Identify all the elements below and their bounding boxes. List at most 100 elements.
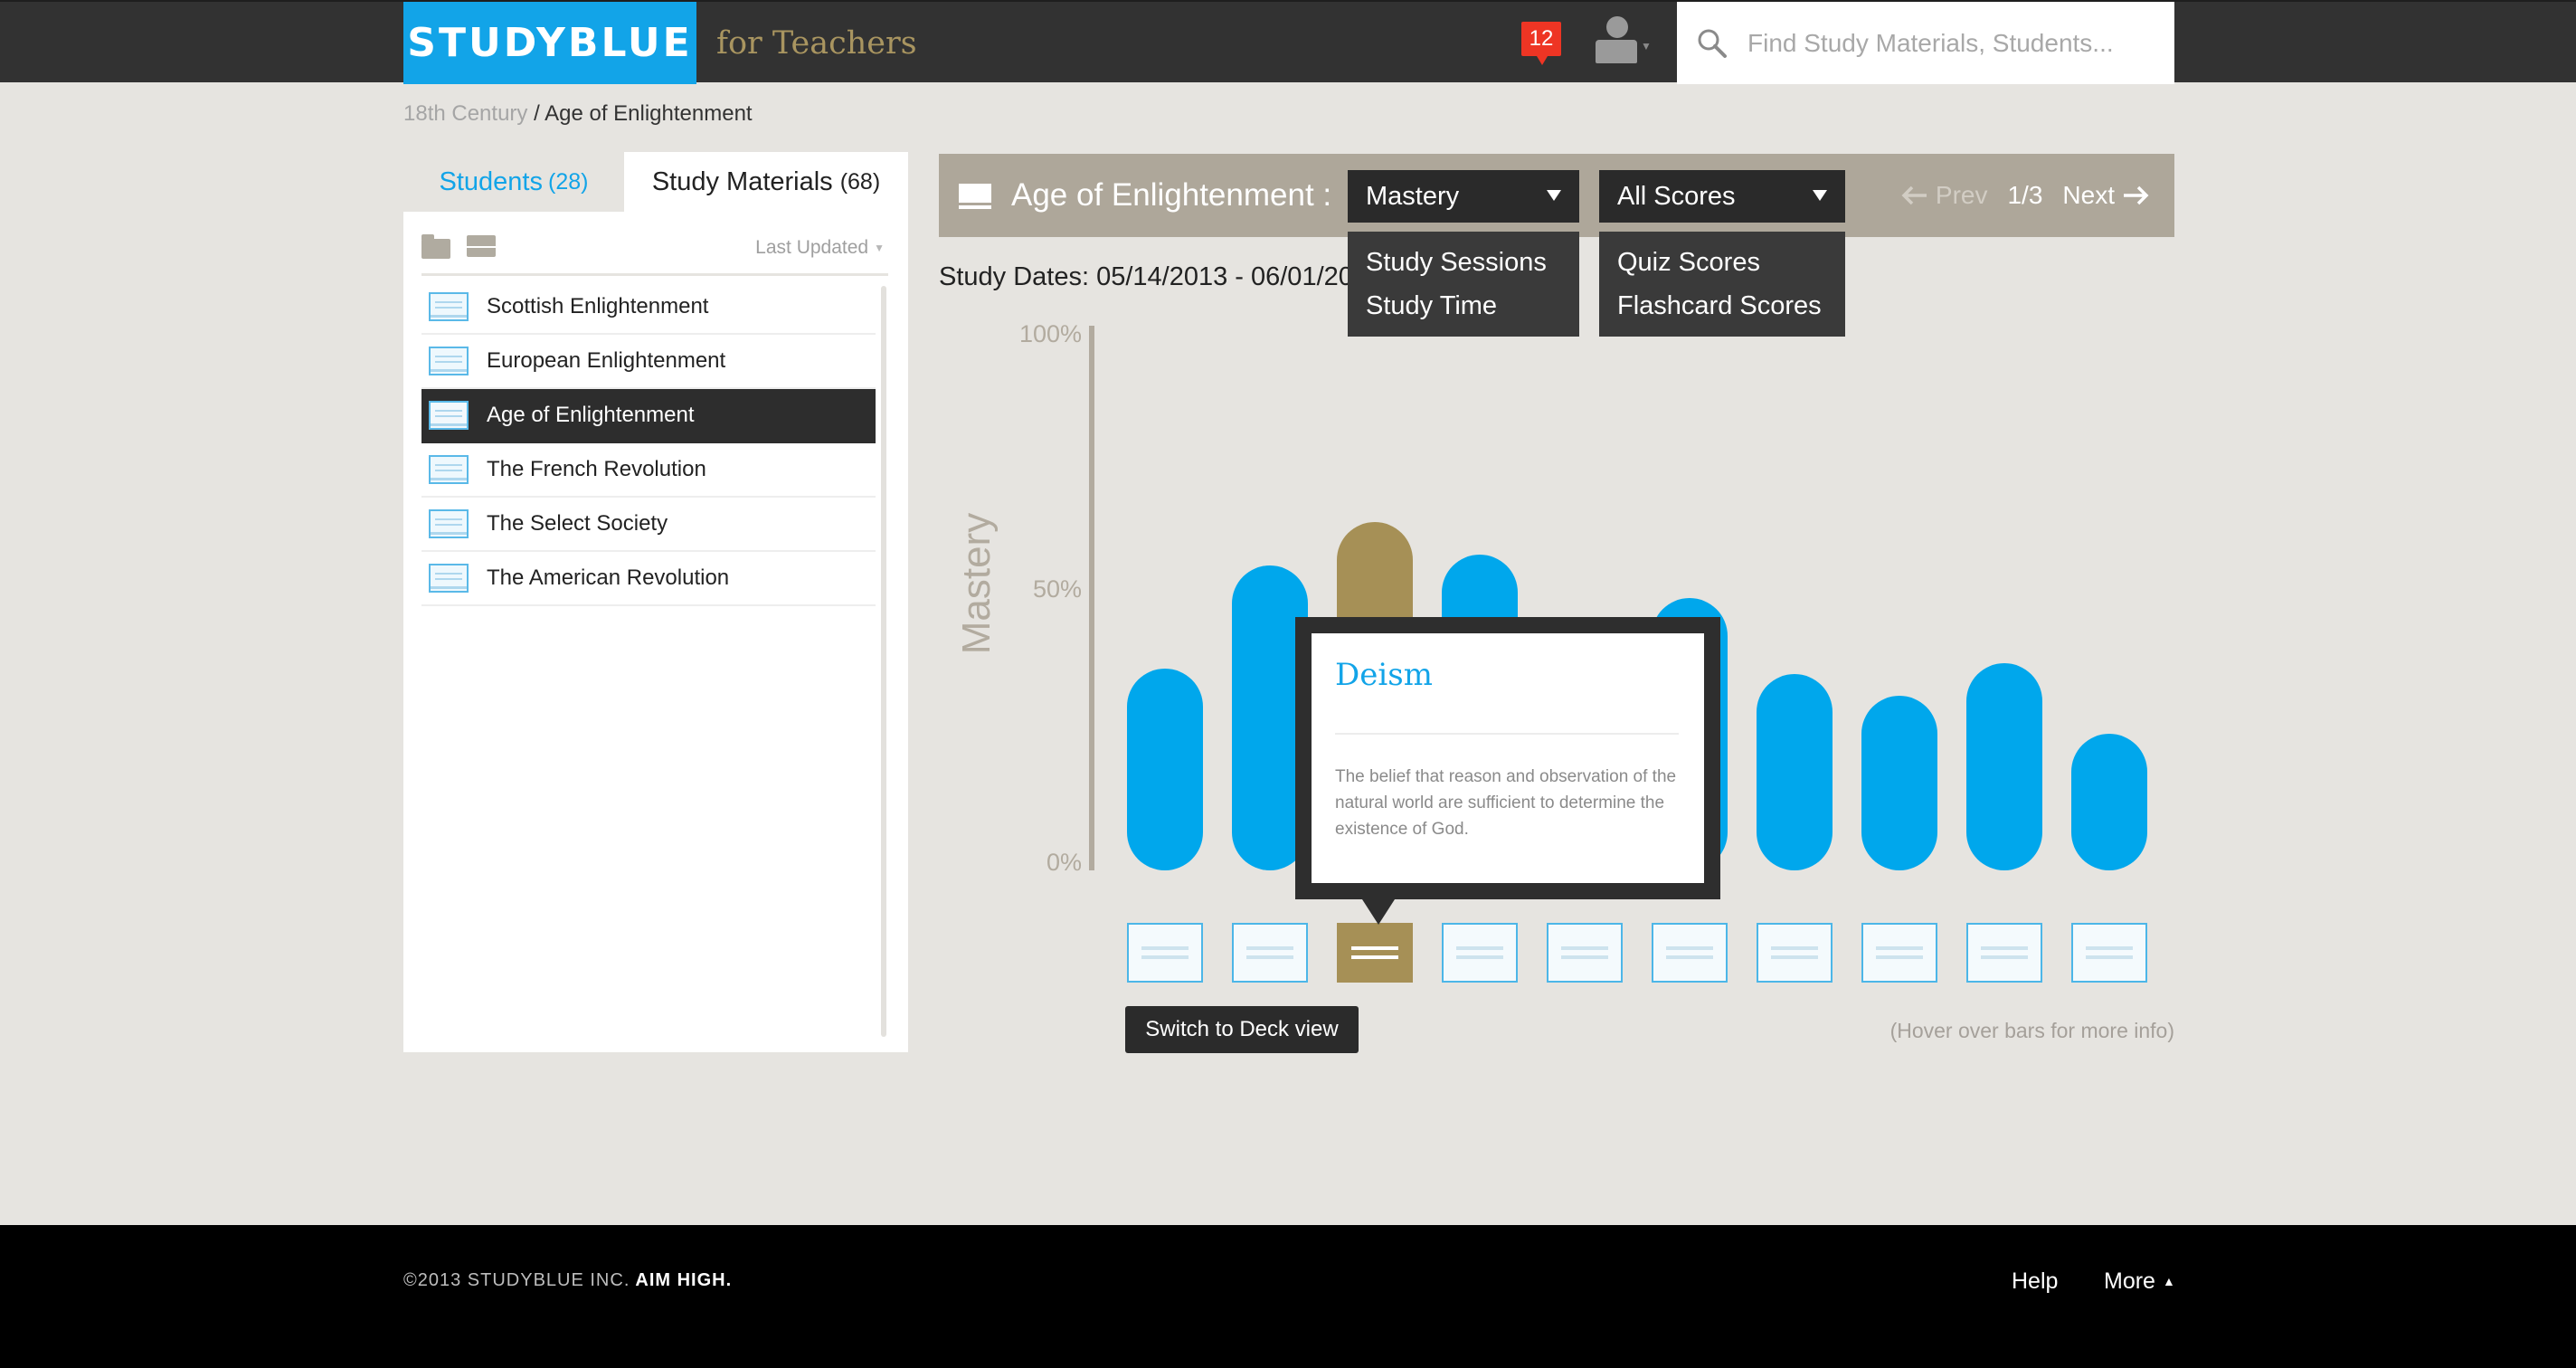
tagline: AIM HIGH. — [635, 1270, 733, 1290]
top-bar: STUDYBLUE for Teachers 12 ▼ — [0, 0, 2576, 84]
switch-to-deck-view-button[interactable]: Switch to Deck view — [1125, 1006, 1359, 1053]
deck-icon — [429, 401, 469, 430]
studyblue-logo[interactable]: STUDYBLUE — [403, 2, 696, 84]
breadcrumb-separator: / — [527, 101, 545, 126]
list-item[interactable]: The American Revolution — [421, 552, 876, 606]
tab-study-materials[interactable]: Study Materials (68) — [624, 152, 908, 212]
chart-bar[interactable] — [2071, 734, 2147, 870]
help-link[interactable]: Help — [2012, 1268, 2058, 1295]
breadcrumb-current: Age of Enlightenment — [545, 101, 753, 126]
hover-hint: (Hover over bars for more info) — [1889, 1019, 2174, 1042]
menu-item-study-sessions[interactable]: Study Sessions — [1348, 241, 1579, 284]
card-thumbnail[interactable] — [1337, 923, 1413, 983]
card-thumbnail[interactable] — [1127, 923, 1203, 983]
card-thumbnail[interactable] — [1861, 923, 1937, 983]
card-thumbnail[interactable] — [1442, 923, 1518, 983]
sort-caret-icon: ▼ — [874, 242, 885, 254]
card-thumbnail[interactable] — [1547, 923, 1623, 983]
metric-dropdown-menu: Study Sessions Study Time — [1348, 232, 1579, 337]
notification-badge[interactable]: 12 — [1521, 22, 1561, 65]
deck-title: Age of Enlightenment : — [1011, 177, 1332, 213]
score-dropdown-menu: Quiz Scores Flashcard Scores — [1599, 232, 1845, 337]
menu-item-study-time[interactable]: Study Time — [1348, 284, 1579, 328]
score-dropdown-value: All Scores — [1617, 181, 1736, 211]
for-teachers-label: for Teachers — [716, 24, 917, 62]
tab-study-materials-label: Study Materials — [651, 166, 833, 196]
chevron-up-icon: ▲ — [2162, 1274, 2175, 1288]
divider — [421, 273, 888, 276]
more-menu[interactable]: More ▲ — [2104, 1268, 2175, 1295]
list-item[interactable]: The French Revolution — [421, 443, 876, 498]
deck-icon — [959, 184, 991, 209]
card-thumbnail[interactable] — [1652, 923, 1728, 983]
card-tooltip: Deism The belief that reason and observa… — [1295, 617, 1720, 925]
tooltip-text: The belief that reason and observation o… — [1335, 767, 1677, 839]
study-materials-panel: Students (28) Study Materials (68) Last … — [403, 152, 908, 1052]
prev-button[interactable]: Prev — [1901, 181, 1988, 210]
tab-study-materials-count: (68) — [839, 168, 881, 195]
chevron-down-icon — [1547, 190, 1561, 201]
breadcrumb-parent-link[interactable]: 18th Century — [403, 101, 527, 126]
list-item[interactable]: Scottish Enlightenment — [421, 280, 876, 335]
search-box — [1677, 2, 2174, 84]
study-dates: Study Dates: 05/14/2013 - 06/01/2013 — [939, 262, 1348, 291]
folder-view-icon[interactable] — [421, 234, 450, 259]
prev-label: Prev — [1935, 181, 1988, 209]
page-indicator: 1/3 — [2007, 181, 2043, 209]
y-tick-label: 0% — [1046, 849, 1082, 876]
next-label: Next — [2062, 181, 2115, 209]
search-input[interactable] — [1747, 28, 2145, 58]
pager: Prev 1/3 Next — [1901, 154, 2149, 237]
metric-dropdown-value: Mastery — [1366, 181, 1460, 211]
tab-students[interactable]: Students (28) — [403, 152, 624, 212]
divider — [1335, 733, 1679, 735]
list-scrollbar[interactable] — [881, 286, 886, 1037]
tooltip-title: Deism — [1335, 657, 1433, 693]
card-thumbnail[interactable] — [1757, 923, 1833, 983]
deck-icon — [429, 455, 469, 484]
menu-item-flashcard-scores[interactable]: Flashcard Scores — [1599, 284, 1845, 328]
more-label: More — [2104, 1268, 2155, 1294]
deck-icon — [429, 564, 469, 593]
deck-view-icon[interactable] — [467, 235, 496, 257]
card-thumbnail[interactable] — [1966, 923, 2042, 983]
sort-dropdown[interactable]: Last Updated ▼ — [755, 237, 885, 259]
deck-header: Age of Enlightenment : Mastery All Score… — [939, 154, 2174, 237]
metric-dropdown[interactable]: Mastery — [1348, 170, 1579, 223]
footer: ©2013 STUDYBLUE INC. AIM HIGH. Help More ▲ — [0, 1225, 2576, 1368]
chart-bar[interactable] — [1861, 696, 1937, 870]
next-button[interactable]: Next — [2062, 181, 2149, 210]
breadcrumb: 18th Century / Age of Enlightenment — [403, 101, 753, 127]
y-tick-label: 50% — [1032, 575, 1082, 603]
sort-label: Last Updated — [755, 237, 869, 258]
deck-icon — [429, 509, 469, 538]
tab-students-count: (28) — [548, 168, 589, 195]
arrow-left-icon — [1901, 185, 1927, 205]
list-item-label: Age of Enlightenment — [487, 403, 695, 427]
deck-icon — [429, 347, 469, 375]
list-item[interactable]: European Enlightenment — [421, 335, 876, 389]
tab-students-label: Students — [439, 166, 543, 196]
list-item-label: The French Revolution — [487, 457, 706, 481]
y-tick-label: 100% — [1018, 320, 1082, 347]
list-item-label: The Select Society — [487, 511, 668, 536]
chart-bar[interactable] — [1127, 669, 1203, 870]
score-dropdown[interactable]: All Scores — [1599, 170, 1845, 223]
card-thumbnail[interactable] — [1232, 923, 1308, 983]
search-icon[interactable] — [1697, 28, 1728, 59]
list-item-label: The American Revolution — [487, 565, 730, 590]
card-thumbnail[interactable] — [2071, 923, 2147, 983]
chart-bar[interactable] — [1757, 674, 1833, 870]
list-item-label: Scottish Enlightenment — [487, 294, 709, 318]
materials-list: Scottish Enlightenment European Enlighte… — [421, 280, 876, 606]
list-item[interactable]: The Select Society — [421, 498, 876, 552]
arrow-right-icon — [2124, 185, 2149, 205]
chevron-down-icon — [1813, 190, 1827, 201]
list-item-selected[interactable]: Age of Enlightenment — [421, 389, 876, 443]
deck-icon — [429, 292, 469, 321]
list-item-label: European Enlightenment — [487, 348, 726, 373]
menu-item-quiz-scores[interactable]: Quiz Scores — [1599, 241, 1845, 284]
chart-y-axis — [1089, 326, 1094, 870]
user-menu-icon[interactable]: ▼ — [1594, 14, 1652, 65]
chart-bar[interactable] — [1966, 663, 2042, 870]
